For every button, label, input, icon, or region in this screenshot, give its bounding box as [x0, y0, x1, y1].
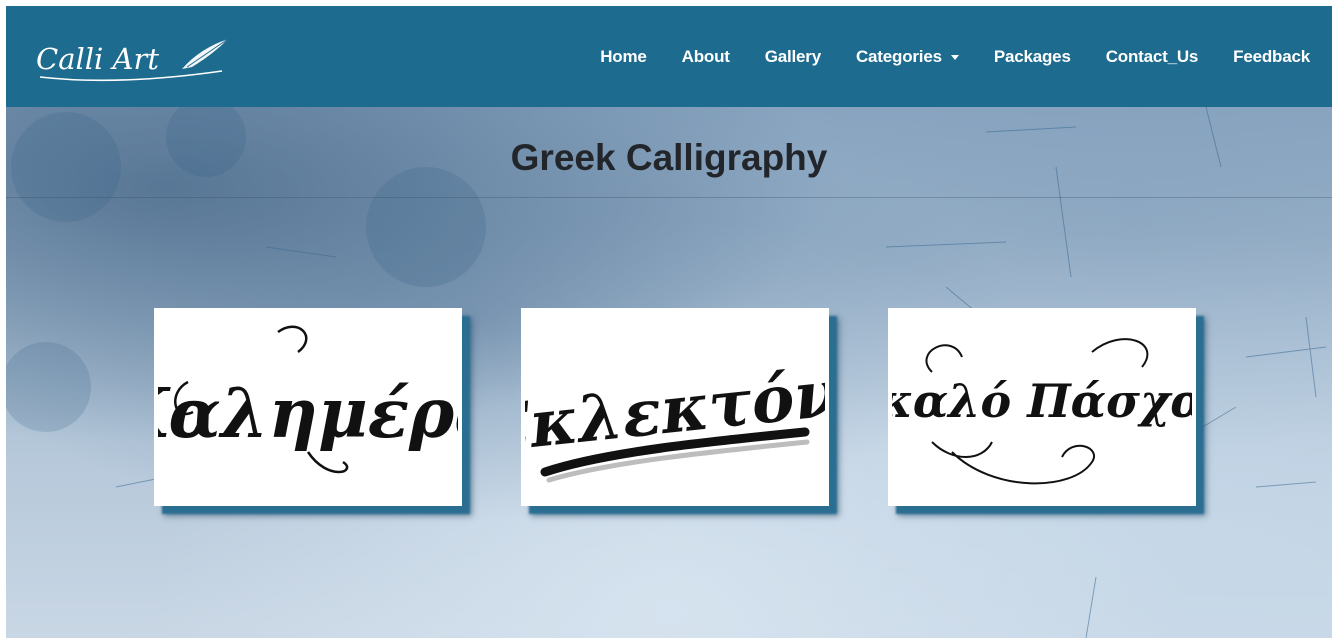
- nav-gallery[interactable]: Gallery: [765, 47, 821, 67]
- gallery-card-kalimera[interactable]: Καλημέρα: [154, 308, 462, 506]
- nav-categories-label: Categories: [855, 46, 942, 66]
- nav-packages[interactable]: Packages: [994, 47, 1071, 67]
- nav-contact-us[interactable]: Contact_Us: [1106, 47, 1199, 67]
- calligraphy-text: καλό Πάσχα: [892, 374, 1192, 428]
- logo-text: Calli Art: [36, 42, 159, 76]
- caret-down-icon: [950, 54, 959, 60]
- navbar: Calli Art Home About Gallery Categories …: [6, 6, 1332, 107]
- calligraphy-text: Εκλεκτόν!: [525, 353, 825, 468]
- page-frame: Calli Art Home About Gallery Categories …: [6, 6, 1332, 638]
- nav-about[interactable]: About: [682, 47, 730, 67]
- calligraphy-image: Εκλεκτόν!: [525, 353, 825, 483]
- calligraphy-text: Καλημέρα: [158, 374, 458, 454]
- nav-categories-dropdown[interactable]: Categories: [856, 47, 959, 67]
- calligraphy-image: Καλημέρα: [158, 325, 458, 474]
- title-divider: [6, 197, 1332, 198]
- gallery-card-eklekton[interactable]: Εκλεκτόν!: [521, 308, 829, 506]
- nav-menu: Home About Gallery Categories Packages C…: [565, 47, 1310, 67]
- hero-section: Greek Calligraphy Καλημέρα Εκλεκτόν! καλ…: [6, 107, 1332, 638]
- quill-pen-icon: Calli Art: [36, 38, 229, 81]
- nav-home[interactable]: Home: [600, 47, 647, 67]
- nav-feedback[interactable]: Feedback: [1233, 47, 1310, 67]
- page-title: Greek Calligraphy: [510, 137, 828, 178]
- gallery-card-kalo-pasxa[interactable]: καλό Πάσχα: [888, 308, 1196, 506]
- calligraphy-image: καλό Πάσχα: [892, 338, 1192, 485]
- brand-logo[interactable]: Calli Art: [32, 27, 232, 87]
